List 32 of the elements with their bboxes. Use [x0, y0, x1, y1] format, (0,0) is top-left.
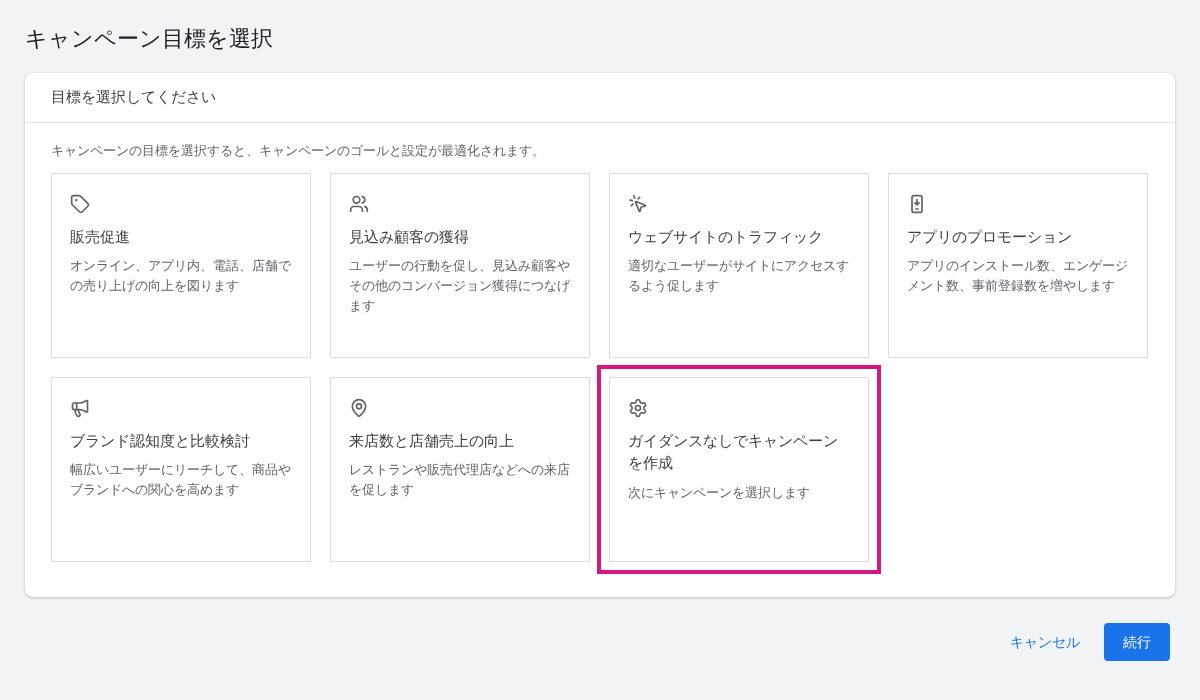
- megaphone-icon: [70, 397, 90, 418]
- continue-button[interactable]: 続行: [1104, 623, 1170, 661]
- goal-card[interactable]: 来店数と店舗売上の向上 レストランや販売代理店などへの来店を促します: [330, 376, 590, 562]
- goal-description: ユーザーの行動を促し、見込み顧客やその他のコンバージョン獲得につなげます: [349, 257, 571, 315]
- goal-title: ブランド認知度と比較検討: [70, 430, 250, 451]
- goal-card[interactable]: アプリのプロモーション アプリのインストール数、エンゲージメント数、事前登録数を増やします: [888, 172, 1148, 358]
- goal-description: 次にキャンペーンを選択します: [628, 483, 810, 502]
- goal-title: 来店数と店舗売上の向上: [349, 430, 514, 451]
- cursor-click-icon: [628, 193, 648, 214]
- goal-title: 販売促進: [70, 226, 130, 247]
- tag-icon: [70, 193, 90, 214]
- goal-title: ガイダンスなしでキャンペーンを作成: [628, 430, 839, 473]
- panel-heading: 目標を選択してください: [51, 87, 216, 108]
- people-icon: [349, 193, 369, 214]
- goal-description: 適切なユーザーがサイトにアクセスするよう促します: [628, 257, 850, 295]
- goal-card[interactable]: ウェブサイトのトラフィック 適切なユーザーがサイトにアクセスするよう促します: [609, 172, 869, 358]
- goal-title: ウェブサイトのトラフィック: [628, 226, 823, 247]
- goal-card[interactable]: ガイダンスなしでキャンペーンを作成 次にキャンペーンを選択します: [609, 376, 869, 562]
- goal-description: アプリのインストール数、エンゲージメント数、事前登録数を増やします: [907, 257, 1129, 295]
- panel-description: キャンペーンの目標を選択すると、キャンペーンのゴールと設定が最適化されます。: [51, 142, 546, 160]
- map-pin-icon: [349, 397, 369, 418]
- page-title: キャンペーン目標を選択: [25, 25, 274, 53]
- goal-description: オンライン、アプリ内、電話、店舗での売り上げの向上を図ります: [70, 257, 292, 295]
- goal-card[interactable]: ブランド認知度と比較検討 幅広いユーザーにリーチして、商品やブランドへの関心を高めます: [51, 376, 311, 562]
- goal-card[interactable]: 販売促進 オンライン、アプリ内、電話、店舗での売り上げの向上を図ります: [51, 172, 311, 358]
- goal-description: レストランや販売代理店などへの来店を促します: [349, 461, 571, 499]
- goal-card[interactable]: 見込み顧客の獲得 ユーザーの行動を促し、見込み顧客やその他のコンバージョン獲得につなげます: [330, 172, 590, 358]
- settings-icon: [628, 397, 648, 418]
- goal-description: 幅広いユーザーにリーチして、商品やブランドへの関心を高めます: [70, 461, 292, 499]
- goal-title: 見込み顧客の獲得: [349, 226, 469, 247]
- cancel-button[interactable]: キャンセル: [1002, 623, 1088, 661]
- goal-title: アプリのプロモーション: [907, 226, 1072, 247]
